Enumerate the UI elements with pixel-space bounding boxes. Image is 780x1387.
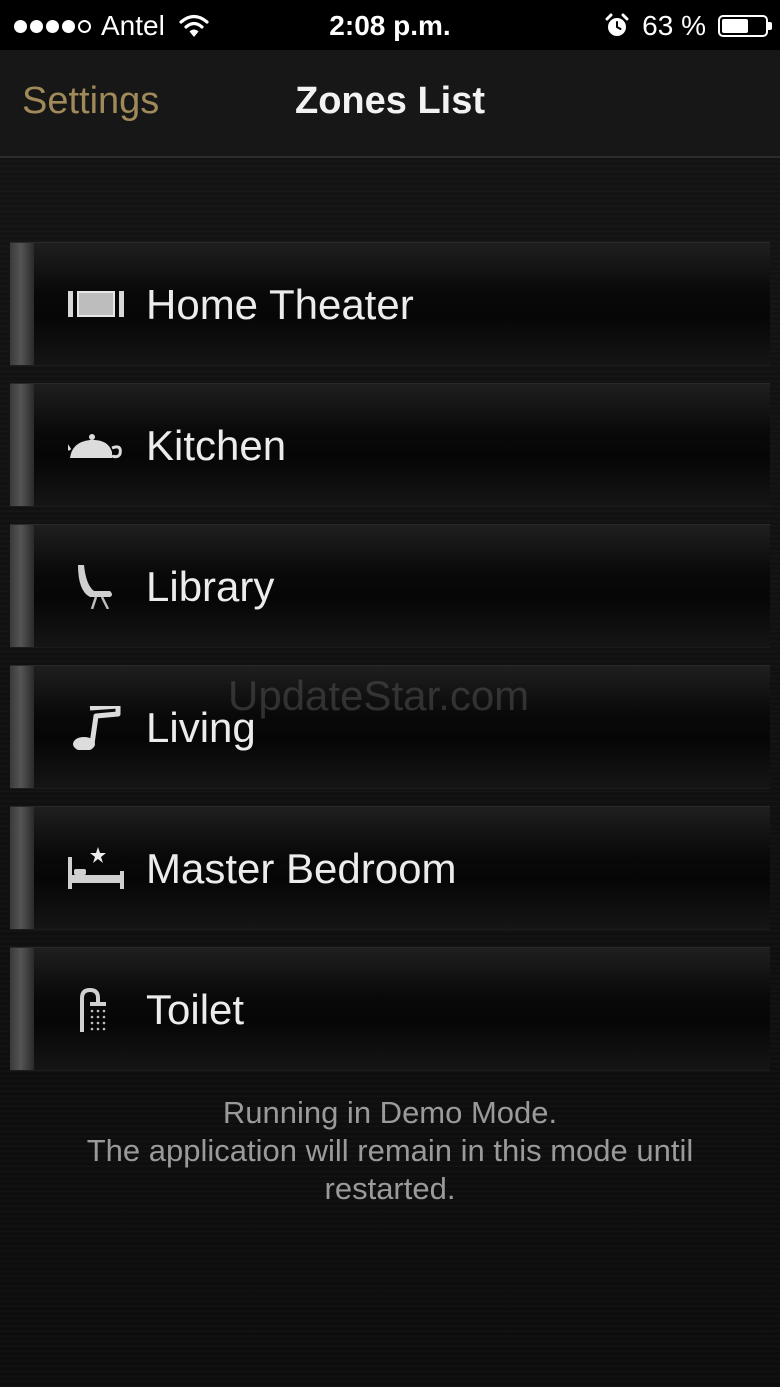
page-title: Zones List: [294, 80, 486, 122]
battery-fill: [722, 19, 749, 33]
zone-label: Toilet: [146, 986, 245, 1033]
zone-item-library[interactable]: Library: [10, 524, 770, 648]
zone-label: Library: [146, 563, 275, 610]
demo-note-line: The application will remain in this mode…: [86, 1133, 694, 1168]
bed-icon: [68, 847, 124, 889]
demo-note-line: Running in Demo Mode.: [222, 1095, 558, 1130]
zones-list: Home Theater Kitchen Library Living Mast…: [10, 242, 770, 1088]
demo-mode-notice: Running in Demo Mode. The application wi…: [40, 1094, 740, 1208]
zone-label: Master Bedroom: [146, 845, 457, 892]
alarm-icon: [605, 13, 629, 36]
zone-item-kitchen[interactable]: Kitchen: [10, 383, 770, 507]
music-note-icon: [73, 706, 121, 750]
zone-label: Home Theater: [146, 281, 414, 328]
screen-icon: [68, 291, 124, 317]
demo-note-line: restarted.: [324, 1171, 456, 1206]
battery-percentage: 63 %: [642, 10, 706, 41]
zone-item-master-bedroom[interactable]: Master Bedroom: [10, 806, 770, 930]
chair-icon: [78, 565, 112, 609]
status-bar: Antel 2:08 p.m. 63 %: [0, 0, 780, 50]
watermark: UpdateStar.com: [228, 672, 530, 719]
zone-item-toilet[interactable]: Toilet: [10, 947, 770, 1071]
teapot-icon: [68, 434, 122, 459]
status-right: 63 %: [604, 8, 772, 44]
navigation-bar: Settings Zones List: [0, 50, 780, 158]
shower-icon: [80, 988, 106, 1032]
zone-label: Kitchen: [146, 422, 287, 469]
zone-item-home-theater[interactable]: Home Theater: [10, 242, 770, 366]
app-screen: Antel 2:08 p.m. 63 % Settings Zones List: [0, 0, 780, 1387]
battery-icon: [718, 15, 772, 37]
